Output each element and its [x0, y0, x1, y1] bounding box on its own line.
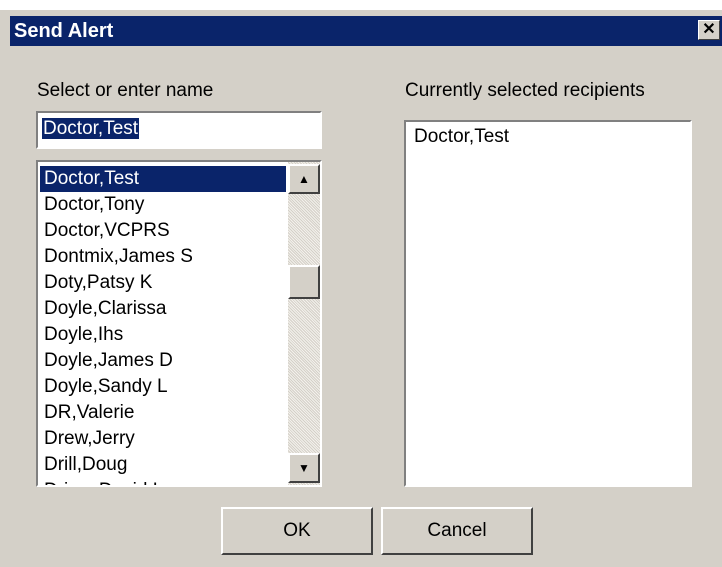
list-item[interactable]: Drew,Jerry [40, 426, 286, 452]
list-item[interactable]: Doyle,Ihs [40, 322, 286, 348]
recipient-item[interactable]: Doctor,Test [414, 126, 509, 148]
list-item[interactable]: Doctor,Tony [40, 192, 286, 218]
list-item[interactable]: Doty,Patsy K [40, 270, 286, 296]
scroll-up-button[interactable]: ▲ [288, 164, 320, 194]
name-input-value: Doctor,Test [42, 118, 140, 139]
select-name-label: Select or enter name [37, 80, 214, 101]
list-item[interactable]: Doyle,Clarissa [40, 296, 286, 322]
cancel-button[interactable]: Cancel [381, 507, 533, 555]
list-item[interactable]: Doctor,VCPRS [40, 218, 286, 244]
close-button[interactable]: ✕ [698, 20, 720, 40]
arrow-down-icon: ▼ [298, 461, 310, 475]
list-scrollbar[interactable]: ▲ ▼ [288, 162, 320, 485]
recipients-listbox[interactable]: Doctor,Test [404, 120, 692, 487]
list-item[interactable]: Dontmix,James S [40, 244, 286, 270]
list-item[interactable]: Drill,Doug [40, 452, 286, 478]
name-input[interactable]: Doctor,Test [36, 111, 322, 149]
name-listbox[interactable]: Doctor,Test Doctor,Tony Doctor,VCPRS Dontmi… [36, 160, 322, 487]
close-icon: ✕ [702, 21, 716, 38]
title-bar[interactable]: Send Alert ✕ [10, 16, 722, 46]
list-item[interactable]: Doyle,James D [40, 348, 286, 374]
list-item[interactable]: DR,Valerie [40, 400, 286, 426]
list-item[interactable]: Doctor,Test [40, 166, 286, 192]
ok-button[interactable]: OK [221, 507, 373, 555]
list-item[interactable]: Doyle,Sandy L [40, 374, 286, 400]
send-alert-dialog: Send Alert ✕ Select or enter name Doctor… [0, 10, 722, 567]
list-item[interactable]: Driver,David L [40, 478, 286, 485]
scroll-thumb[interactable] [288, 265, 320, 299]
dialog-title: Send Alert [14, 20, 114, 42]
name-list: Doctor,Test Doctor,Tony Doctor,VCPRS Dontmi… [40, 166, 286, 485]
recipients-label: Currently selected recipients [405, 80, 645, 101]
scroll-down-button[interactable]: ▼ [288, 453, 320, 483]
arrow-up-icon: ▲ [298, 172, 310, 186]
